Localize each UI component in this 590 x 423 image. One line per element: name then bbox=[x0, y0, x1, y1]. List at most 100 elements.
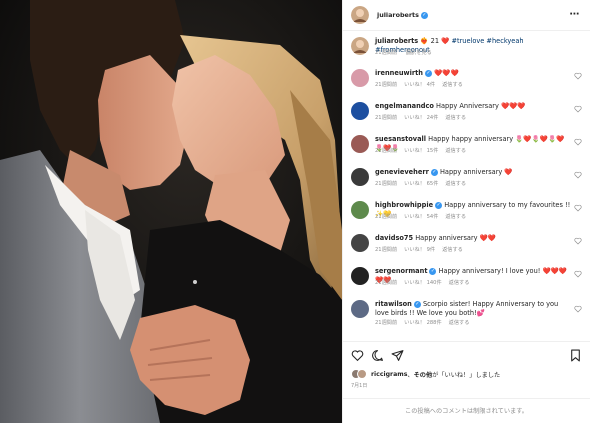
comment-meta: 21週間前 いいね！ 4件 返信する bbox=[375, 81, 470, 88]
comment-meta: 21週間前 いいね！ 24件 返信する bbox=[375, 114, 473, 121]
verified-badge-icon: ✓ bbox=[413, 300, 421, 308]
comment-meta: 21週間前 いいね！ 65件 返信する bbox=[375, 180, 473, 187]
caption: juliaroberts ❤️‍🔥 21 ❤️ #truelove #hecky… bbox=[343, 35, 590, 61]
verified-badge-icon: ✓ bbox=[435, 201, 443, 209]
comments-disabled-notice: この投稿へのコメントは制限されています。 bbox=[343, 398, 590, 423]
commenter-avatar[interactable] bbox=[351, 267, 369, 285]
comment-meta: 21週間前 いいね！ 288件 返信する bbox=[375, 319, 476, 326]
comment-body: Happy anniversary ❤️ bbox=[439, 168, 513, 176]
comment-like-heart-icon[interactable] bbox=[574, 138, 582, 146]
caption-meta: 21週間前 翻訳を見る bbox=[375, 49, 439, 56]
comment-row: sergenormant ✓ Happy anniversary! I love … bbox=[343, 265, 590, 298]
verified-badge-icon: ✓ bbox=[430, 168, 438, 176]
comment-time: 21週間前 bbox=[375, 115, 398, 121]
liker-avatar bbox=[357, 369, 367, 379]
comment-meta: 21週間前 いいね！ 9件 返信する bbox=[375, 246, 470, 253]
liker-username[interactable]: riccigrams bbox=[371, 371, 407, 378]
post-date: 7月1日 bbox=[351, 383, 368, 389]
caption-author-avatar[interactable] bbox=[351, 37, 369, 55]
comment-likes[interactable]: いいね！ 15件 bbox=[404, 148, 438, 154]
comment-like-heart-icon[interactable] bbox=[574, 171, 582, 179]
likes-others-link[interactable]: その他 bbox=[414, 370, 433, 379]
comment-icon[interactable] bbox=[371, 349, 384, 362]
comment-body: Happy anniversary ❤️❤️ bbox=[415, 234, 497, 242]
comment-row: highbrowhippie ✓ Happy anniversary to my … bbox=[343, 199, 590, 232]
comment-meta: 21週間前 いいね！ 54件 返信する bbox=[375, 213, 473, 220]
commenter-username[interactable]: genevieveherr bbox=[375, 168, 429, 176]
heart-icon[interactable] bbox=[351, 349, 364, 362]
ellipsis-icon[interactable]: ⋯ bbox=[570, 10, 581, 20]
author-avatar[interactable] bbox=[351, 6, 369, 24]
commenter-avatar[interactable] bbox=[351, 135, 369, 153]
comment-body: ❤️❤️❤️ bbox=[434, 69, 459, 77]
comment-row: ritawilson ✓ Scorpio sister! Happy Annive… bbox=[343, 298, 590, 331]
comment-likes[interactable]: いいね！ 4件 bbox=[404, 82, 435, 88]
comment-likes[interactable]: いいね！ 288件 bbox=[404, 320, 442, 326]
commenter-username[interactable]: engelmanandco bbox=[375, 102, 434, 110]
post-side-panel: juliaroberts ✓ ⋯ juliaroberts ❤️‍🔥 21 ❤️ … bbox=[342, 0, 590, 423]
comment-time: 21週間前 bbox=[375, 214, 398, 220]
commenter-avatar[interactable] bbox=[351, 300, 369, 318]
commenter-avatar[interactable] bbox=[351, 201, 369, 219]
share-icon[interactable] bbox=[391, 349, 404, 362]
comment-likes[interactable]: いいね！ 9件 bbox=[404, 247, 435, 253]
likes-summary: riccigrams、その他 が「いいね！」しました bbox=[351, 367, 500, 381]
comment-likes[interactable]: いいね！ 65件 bbox=[404, 181, 438, 187]
reply-button[interactable]: 返信する bbox=[442, 82, 463, 88]
reply-button[interactable]: 返信する bbox=[449, 280, 470, 286]
comment-row: irenneuwirth ✓ ❤️❤️❤️ 21週間前 いいね！ 4件 返信する bbox=[343, 67, 590, 100]
comment-like-heart-icon[interactable] bbox=[574, 105, 582, 113]
author-username[interactable]: juliaroberts ✓ bbox=[377, 11, 428, 19]
caption-body: ❤️‍🔥 21 ❤️ bbox=[420, 37, 452, 45]
verified-badge-icon: ✓ bbox=[429, 267, 437, 275]
reply-button[interactable]: 返信する bbox=[449, 320, 470, 326]
comment-time: 21週間前 bbox=[375, 82, 398, 88]
comment-meta: 21週間前 いいね！ 15件 返信する bbox=[375, 147, 473, 154]
comment-like-heart-icon[interactable] bbox=[574, 305, 582, 313]
reply-button[interactable]: 返信する bbox=[445, 181, 466, 187]
comment-row: suesanstovall Happy happy anniversary 🌷❤… bbox=[343, 133, 590, 166]
comment-text: engelmanandco Happy Anniversary ❤️❤️❤️ bbox=[375, 102, 572, 111]
comment-time: 21週間前 bbox=[375, 148, 398, 154]
verified-badge-icon: ✓ bbox=[425, 69, 432, 77]
commenter-avatar[interactable] bbox=[351, 69, 369, 87]
caption-time: 21週間前 bbox=[375, 50, 398, 56]
comment-text: irenneuwirth ✓ ❤️❤️❤️ bbox=[375, 69, 572, 78]
comment-likes[interactable]: いいね！ 24件 bbox=[404, 115, 438, 121]
comment-text: genevieveherr ✓ Happy anniversary ❤️ bbox=[375, 168, 572, 177]
comment-row: genevieveherr ✓ Happy anniversary ❤️ 21週間前… bbox=[343, 166, 590, 199]
commenter-username[interactable]: ritawilson bbox=[375, 300, 412, 308]
comment-time: 21週間前 bbox=[375, 280, 398, 286]
post-header: juliaroberts ✓ ⋯ bbox=[343, 0, 590, 31]
comment-text: davidso75 Happy anniversary ❤️❤️ bbox=[375, 234, 572, 243]
post-photo bbox=[0, 0, 342, 423]
comment-like-heart-icon[interactable] bbox=[574, 204, 582, 212]
commenter-username[interactable]: highbrowhippie bbox=[375, 201, 433, 209]
comment-meta: 21週間前 いいね！ 140件 返信する bbox=[375, 279, 476, 286]
comment-time: 21週間前 bbox=[375, 181, 398, 187]
reply-button[interactable]: 返信する bbox=[445, 115, 466, 121]
comment-like-heart-icon[interactable] bbox=[574, 72, 582, 80]
comment-like-heart-icon[interactable] bbox=[574, 237, 582, 245]
reply-button[interactable]: 返信する bbox=[445, 214, 466, 220]
comment-row: engelmanandco Happy Anniversary ❤️❤️❤️ 21… bbox=[343, 100, 590, 133]
commenter-username[interactable]: irenneuwirth bbox=[375, 69, 423, 77]
commenter-avatar[interactable] bbox=[351, 168, 369, 186]
comment-time: 21週間前 bbox=[375, 247, 398, 253]
caption-username[interactable]: juliaroberts bbox=[375, 37, 418, 45]
author-username-text[interactable]: juliaroberts bbox=[377, 11, 419, 19]
translate-link[interactable]: 翻訳を見る bbox=[406, 50, 432, 56]
commenter-username[interactable]: suesanstovall bbox=[375, 135, 426, 143]
commenter-username[interactable]: sergenormant bbox=[375, 267, 427, 275]
bookmark-icon[interactable] bbox=[569, 349, 582, 362]
comment-text: ritawilson ✓ Scorpio sister! Happy Annive… bbox=[375, 300, 572, 318]
comment-likes[interactable]: いいね！ 140件 bbox=[404, 280, 442, 286]
comment-likes[interactable]: いいね！ 54件 bbox=[404, 214, 438, 220]
commenter-avatar[interactable] bbox=[351, 234, 369, 252]
comment-like-heart-icon[interactable] bbox=[574, 270, 582, 278]
reply-button[interactable]: 返信する bbox=[445, 148, 466, 154]
reply-button[interactable]: 返信する bbox=[442, 247, 463, 253]
commenter-avatar[interactable] bbox=[351, 102, 369, 120]
commenter-username[interactable]: davidso75 bbox=[375, 234, 413, 242]
verified-badge-icon: ✓ bbox=[420, 11, 428, 19]
